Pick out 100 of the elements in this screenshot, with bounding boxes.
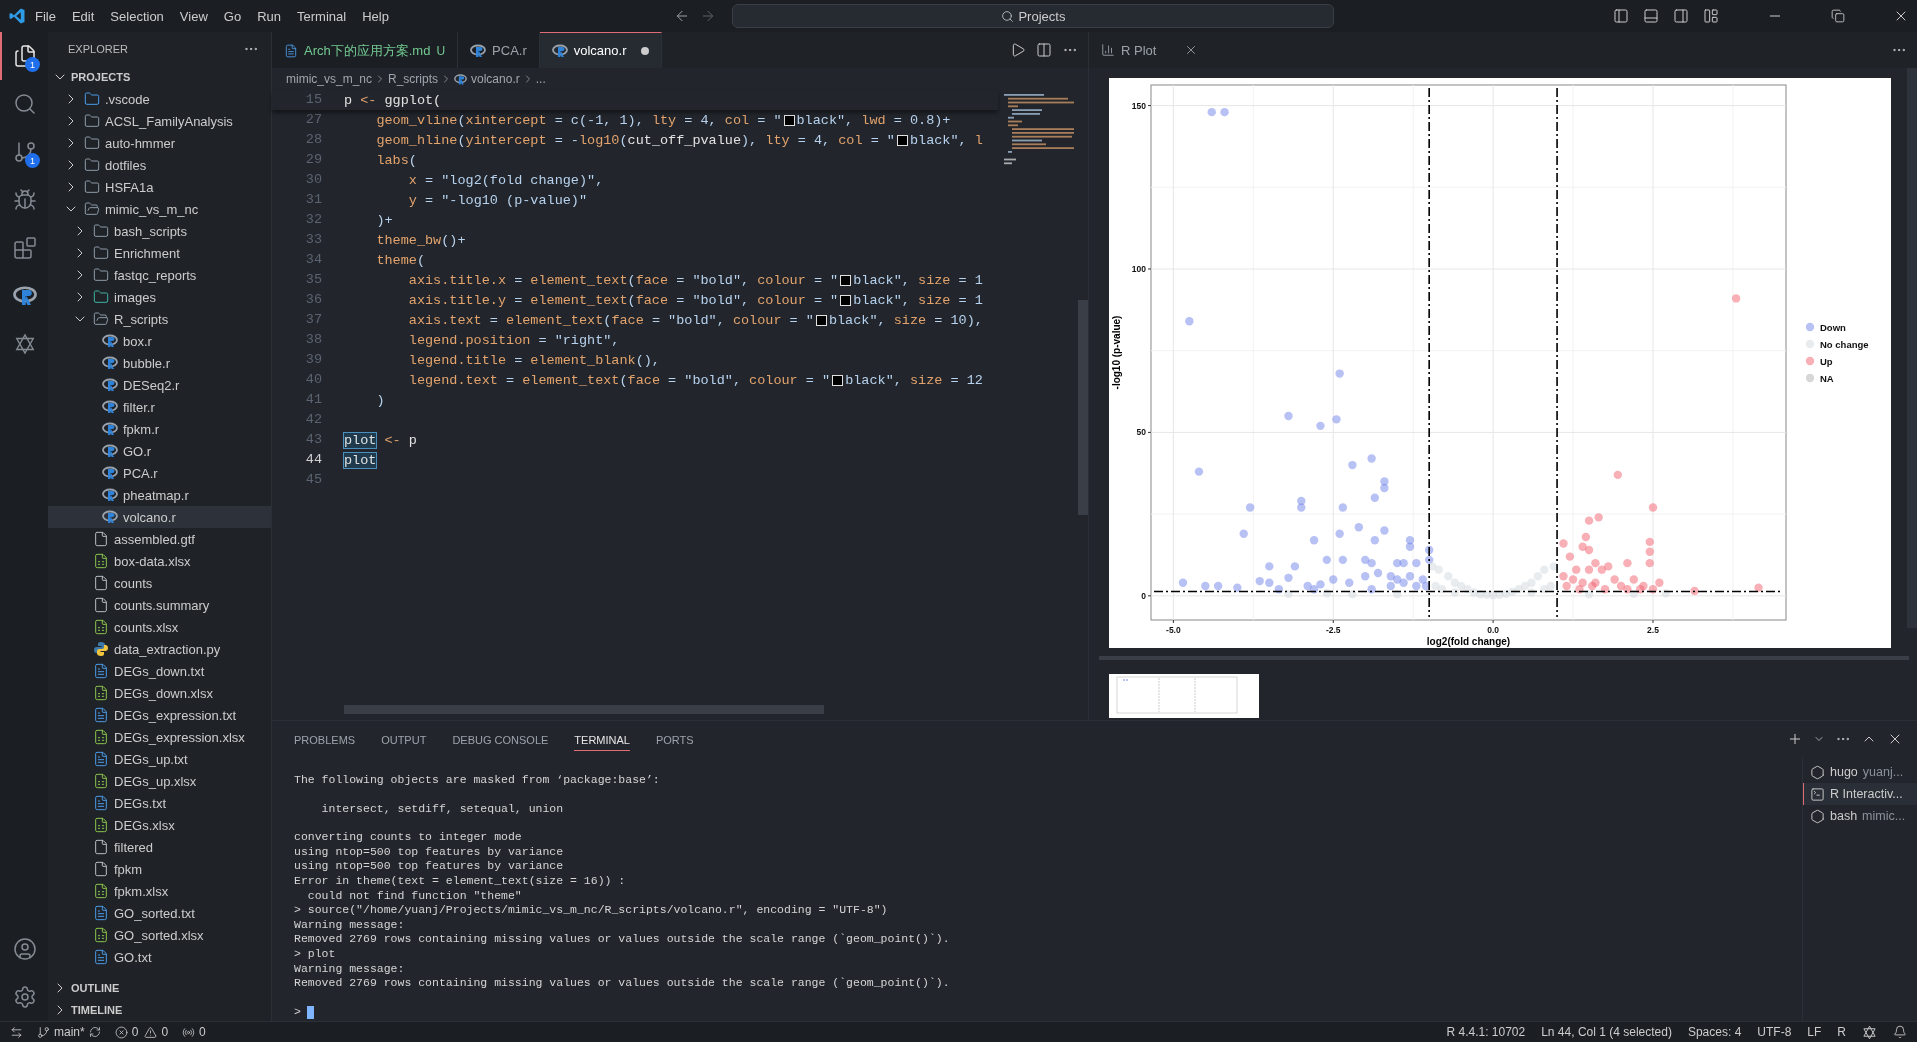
tree-item[interactable]: bash_scripts [48,220,271,242]
tree-item[interactable]: DEGs_down.txt [48,660,271,682]
tree-item[interactable]: box.r [48,330,271,352]
line-number: 45 [304,471,323,489]
tree-item[interactable]: DEGs.txt [48,792,271,814]
breadcrumb[interactable]: volcano.r [454,72,520,86]
code-text: legend.position = "right", [407,332,620,348]
tree-item[interactable]: DEGs_up.txt [48,748,271,770]
section-header[interactable]: PROJECTS [48,66,271,88]
tree-item[interactable]: pheatmap.r [48,484,271,506]
menu-item[interactable]: Go [216,5,249,27]
errors-status[interactable]: 0 [114,1025,139,1039]
tree-item[interactable]: DEGs_down.xlsx [48,682,271,704]
tree-item[interactable]: GO_sorted.txt [48,902,271,924]
tree-item[interactable]: counts.xlsx [48,616,271,638]
line-number: 37 [304,311,323,329]
code-text: axis.text = element_text(face = "bold", colour = " [407,312,814,328]
line-number: 33 [304,231,323,249]
ports-status[interactable]: 0 [182,1025,206,1039]
plot-tab[interactable]: R Plot [1089,32,1211,68]
axis-title: -log10 (p-value) [1111,315,1122,390]
terminal-line: > plot [294,946,337,962]
status-item[interactable]: Ln 44, Col 1 (4 selected) [1541,1025,1672,1039]
panel-tab[interactable]: DEBUG CONSOLE [452,727,549,751]
tree-item[interactable]: fastqc_reports [48,264,271,286]
tree-item[interactable]: DEGs_up.xlsx [48,770,271,792]
tree-item[interactable]: GO_sorted.xlsx [48,924,271,946]
menu-item[interactable]: Terminal [290,5,354,27]
tree-item[interactable]: GO.r [48,440,271,462]
terminal-line: > source("/home/yuanj/Projects/mimic_vs_m_nc/R_scripts/volcano.r", encoding = "UTF-8") [294,903,889,918]
code-text: black", l [909,132,983,148]
line-number: 42 [304,411,323,429]
menu-item[interactable]: Edit [64,5,102,27]
code-text: plot [344,452,377,468]
line-number: 35 [304,271,323,289]
section-header[interactable]: OUTLINE [48,977,271,999]
tree-item[interactable]: Enrichment [48,242,271,264]
tree-item[interactable]: DEGs_expression.txt [48,704,271,726]
tick-label: 50 [1136,427,1146,438]
tree-item[interactable]: filter.r [48,396,271,418]
section-header[interactable]: TIMELINE [48,999,271,1021]
panel-tab[interactable]: TERMINAL [574,727,630,751]
line-number: 44 [304,451,323,469]
warnings-status[interactable]: 0 [144,1025,169,1039]
tree-item[interactable]: auto-hmmer [48,132,271,154]
breadcrumb[interactable]: ... [535,72,546,86]
status-item[interactable]: R [1837,1025,1846,1039]
tree-item[interactable]: ACSL_FamilyAnalysis [48,110,271,132]
menu-item[interactable]: File [28,5,63,27]
breadcrumb[interactable]: R_scripts [388,72,439,86]
panel-tab[interactable]: OUTPUT [381,727,427,751]
editor-tab[interactable]: PCA.r [458,32,540,68]
count-badge: 1 [25,57,40,72]
panel-tab[interactable]: PORTS [655,727,694,751]
tree-item[interactable]: data_extraction.py [48,638,271,660]
tick-label: 100 [1131,264,1146,274]
editor-tab[interactable]: Arch下的应用方案.md U [272,32,459,68]
tree-item[interactable]: R_scripts [48,308,271,330]
terminal-session[interactable]: bash mimic... [1803,805,1917,827]
code-text: labs( [375,152,417,168]
tree-item[interactable]: counts.summary [48,594,271,616]
tree-item[interactable]: counts [48,572,271,594]
tree-item[interactable]: filtered [48,836,271,858]
status-item[interactable]: UTF-8 [1757,1025,1792,1039]
tree-item[interactable]: dotfiles [48,154,271,176]
search-field[interactable]: Projects [732,4,1335,28]
tree-item[interactable]: mimic_vs_m_nc [48,198,271,220]
menu-item[interactable]: Selection [103,5,171,27]
menu-item[interactable]: Help [355,5,396,27]
tree-item[interactable]: .vscode [48,88,271,110]
activity-item[interactable]: 1 [0,128,48,176]
code-text: black", lwd = 0.8)+ [796,112,951,128]
status-item[interactable]: R 4.4.1: 10702 [1446,1025,1526,1039]
tree-item[interactable]: fpkm.r [48,418,271,440]
editor-tab[interactable]: volcano.r [539,32,662,68]
tree-item[interactable]: fpkm.xlsx [48,880,271,902]
tree-item[interactable]: fpkm [48,858,271,880]
menu-item[interactable]: View [172,5,215,27]
line-number: 32 [304,211,323,229]
tree-item[interactable]: HSFA1a [48,176,271,198]
tree-item[interactable]: DESeq2.r [48,374,271,396]
tree-item[interactable]: images [48,286,271,308]
tree-item[interactable]: bubble.r [48,352,271,374]
panel-tab[interactable]: PROBLEMS [294,727,356,751]
tree-item[interactable]: GO.txt [48,946,271,968]
terminal-session[interactable]: R Interactiv... [1803,783,1917,805]
tree-item[interactable]: volcano.r [48,506,271,528]
terminal-session[interactable]: hugo yuanj... [1803,761,1917,783]
branch-status[interactable]: main* [37,1025,101,1039]
breadcrumb[interactable]: mimic_vs_m_nc [286,72,372,86]
tree-item[interactable]: assembled.gtf [48,528,271,550]
status-item[interactable]: Spaces: 4 [1687,1025,1742,1039]
line-number: 31 [304,191,323,209]
terminal-line: converting counts to integer mode [294,830,523,845]
menu-item[interactable]: Run [250,5,288,27]
tree-item[interactable]: box-data.xlsx [48,550,271,572]
tree-item[interactable]: PCA.r [48,462,271,484]
tree-item[interactable]: DEGs_expression.xlsx [48,726,271,748]
status-item[interactable]: LF [1807,1025,1822,1039]
tree-item[interactable]: DEGs.xlsx [48,814,271,836]
